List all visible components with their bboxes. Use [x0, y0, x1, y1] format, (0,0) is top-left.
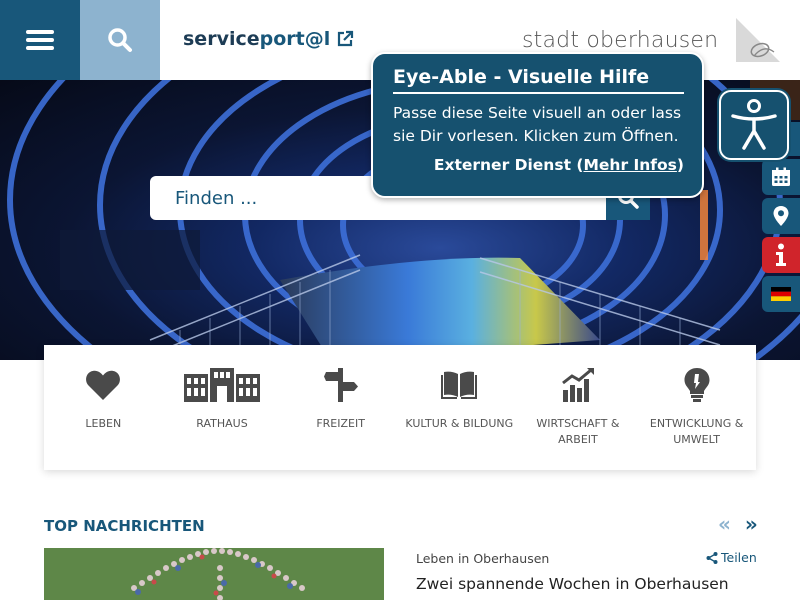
news-photo-crowd: [44, 548, 384, 600]
rail-language-button[interactable]: [762, 276, 800, 312]
news-pagination: « »: [718, 512, 758, 536]
category-label: ENTWICKLUNG & UMWELT: [649, 417, 744, 446]
hamburger-icon: [26, 30, 54, 50]
category-freizeit[interactable]: FREIZEIT: [281, 345, 400, 470]
tooltip-title: Eye-Able - Visuelle Hilfe: [393, 66, 684, 94]
menu-button[interactable]: [0, 0, 80, 80]
share-icon: [706, 551, 718, 564]
german-flag-icon: [771, 287, 791, 301]
search-icon: [108, 28, 132, 52]
serviceportal-accent: port@l: [259, 28, 331, 50]
more-info-link[interactable]: Mehr Infos: [583, 156, 676, 174]
rail-info-button[interactable]: [762, 237, 800, 273]
logo-emblem-icon: [736, 18, 780, 62]
news-headline[interactable]: Zwei spannende Wochen in Oberhausen: [416, 575, 729, 593]
external-link-icon: [338, 30, 354, 47]
top-news-heading: TOP NACHRICHTEN: [44, 517, 205, 535]
category-leben[interactable]: LEBEN: [44, 345, 163, 470]
header-search-button[interactable]: [80, 0, 160, 80]
tooltip-footer: Externer Dienst (Mehr Infos): [393, 156, 684, 174]
accessibility-icon: [731, 99, 777, 150]
category-label: RATHAUS: [196, 417, 248, 430]
news-category: Leben in Oberhausen: [416, 551, 550, 566]
rail-calendar-button[interactable]: [762, 159, 800, 195]
serviceportal-link[interactable]: serviceport@l: [183, 28, 354, 50]
location-pin-icon: [773, 206, 789, 226]
town-hall-icon: [183, 368, 260, 402]
category-nav: LEBEN RATHAUS FREIZEIT KULTUR & BILDUNG …: [44, 345, 756, 470]
rail-location-button[interactable]: [762, 198, 800, 234]
serviceportal-prefix: service: [183, 28, 260, 50]
book-icon: [441, 371, 478, 399]
category-label: LEBEN: [85, 417, 122, 430]
category-label: WIRTSCHAFT & ARBEIT: [536, 417, 620, 446]
share-button[interactable]: Teilen: [706, 550, 757, 565]
news-prev-button[interactable]: «: [718, 512, 731, 536]
category-label: FREIZEIT: [316, 417, 365, 430]
news-next-button[interactable]: »: [745, 512, 758, 536]
tooltip-footer-prefix: Externer Dienst (: [433, 156, 584, 174]
eye-able-button[interactable]: [719, 90, 789, 160]
lightbulb-icon: [684, 368, 710, 402]
info-icon: [776, 243, 786, 266]
tooltip-body: Passe diese Seite visuell an oder lass s…: [393, 104, 682, 145]
news-image[interactable]: [44, 548, 384, 600]
category-kultur-bildung[interactable]: KULTUR & BILDUNG: [400, 345, 519, 470]
category-entwicklung-umwelt[interactable]: ENTWICKLUNG & UMWELT: [637, 345, 756, 470]
category-rathaus[interactable]: RATHAUS: [163, 345, 282, 470]
category-label: KULTUR & BILDUNG: [405, 417, 514, 430]
chart-growth-icon: [562, 368, 594, 402]
category-wirtschaft-arbeit[interactable]: WIRTSCHAFT & ARBEIT: [519, 345, 638, 470]
eye-able-tooltip: Eye-Able - Visuelle Hilfe Passe diese Se…: [371, 52, 704, 198]
signpost-icon: [323, 368, 358, 402]
logo-text: stadt oberhausen: [522, 28, 719, 53]
tooltip-footer-suffix: ): [676, 156, 684, 174]
calendar-icon: [772, 167, 790, 186]
share-label: Teilen: [721, 550, 757, 565]
heart-icon: [86, 370, 121, 400]
